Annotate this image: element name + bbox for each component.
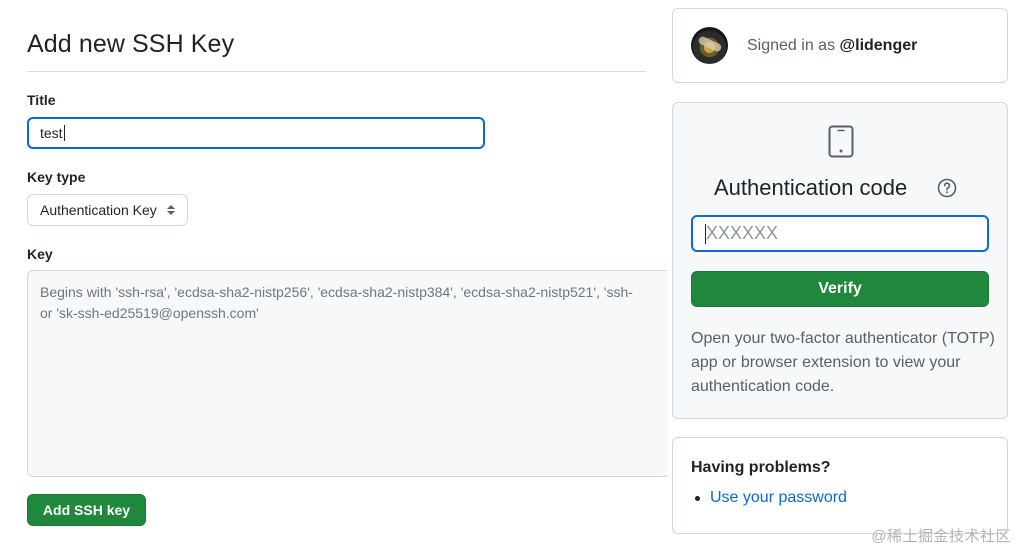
- key-type-select[interactable]: Authentication Key: [27, 194, 188, 226]
- signed-in-box: Signed in as @lidenger: [672, 8, 1008, 83]
- text-caret: [63, 125, 65, 141]
- code-placeholder: XXXXXX: [706, 223, 779, 243]
- key-placeholder-line: Begins with 'ssh-rsa', 'ecdsa-sha2-nistp…: [40, 284, 633, 300]
- avatar: [691, 27, 728, 64]
- having-problems-panel: Having problems? Use your password: [672, 437, 1008, 534]
- verify-button[interactable]: Verify: [691, 271, 989, 307]
- title-input-value: test: [40, 125, 63, 141]
- device-mobile-icon: [828, 125, 854, 158]
- title-label: Title: [27, 92, 56, 108]
- list-item: Use your password: [691, 489, 989, 507]
- page-title: Add new SSH Key: [27, 30, 235, 58]
- having-problems-title: Having problems?: [691, 459, 831, 476]
- authentication-title: Authentication code: [714, 175, 908, 200]
- title-input[interactable]: test: [27, 117, 485, 149]
- select-arrows-icon: [167, 205, 175, 215]
- title-divider: [27, 71, 646, 72]
- signed-in-prefix: Signed in as: [747, 36, 836, 54]
- bullet-icon: [695, 495, 700, 501]
- authentication-panel: Authentication code XXXXXX Verify Open y…: [672, 102, 1008, 419]
- watermark: @稀土掘金技术社区: [871, 528, 1011, 545]
- add-ssh-key-button[interactable]: Add SSH key: [27, 494, 146, 526]
- question-icon[interactable]: [937, 178, 957, 198]
- username: @lidenger: [839, 36, 918, 54]
- key-placeholder-line: or 'sk-ssh-ed25519@openssh.com': [40, 305, 259, 321]
- problems-list: Use your password: [691, 489, 989, 507]
- authentication-description: Open your two-factor authenticator (TOTP…: [691, 330, 995, 395]
- key-textarea[interactable]: Begins with 'ssh-rsa', 'ecdsa-sha2-nistp…: [27, 270, 667, 477]
- authentication-code-input[interactable]: XXXXXX: [691, 215, 989, 252]
- key-type-label: Key type: [27, 169, 86, 185]
- use-password-link[interactable]: Use your password: [710, 489, 847, 507]
- signed-in-text: Signed in as @lidenger: [747, 37, 917, 55]
- key-label: Key: [27, 246, 53, 262]
- key-type-value: Authentication Key: [40, 202, 157, 218]
